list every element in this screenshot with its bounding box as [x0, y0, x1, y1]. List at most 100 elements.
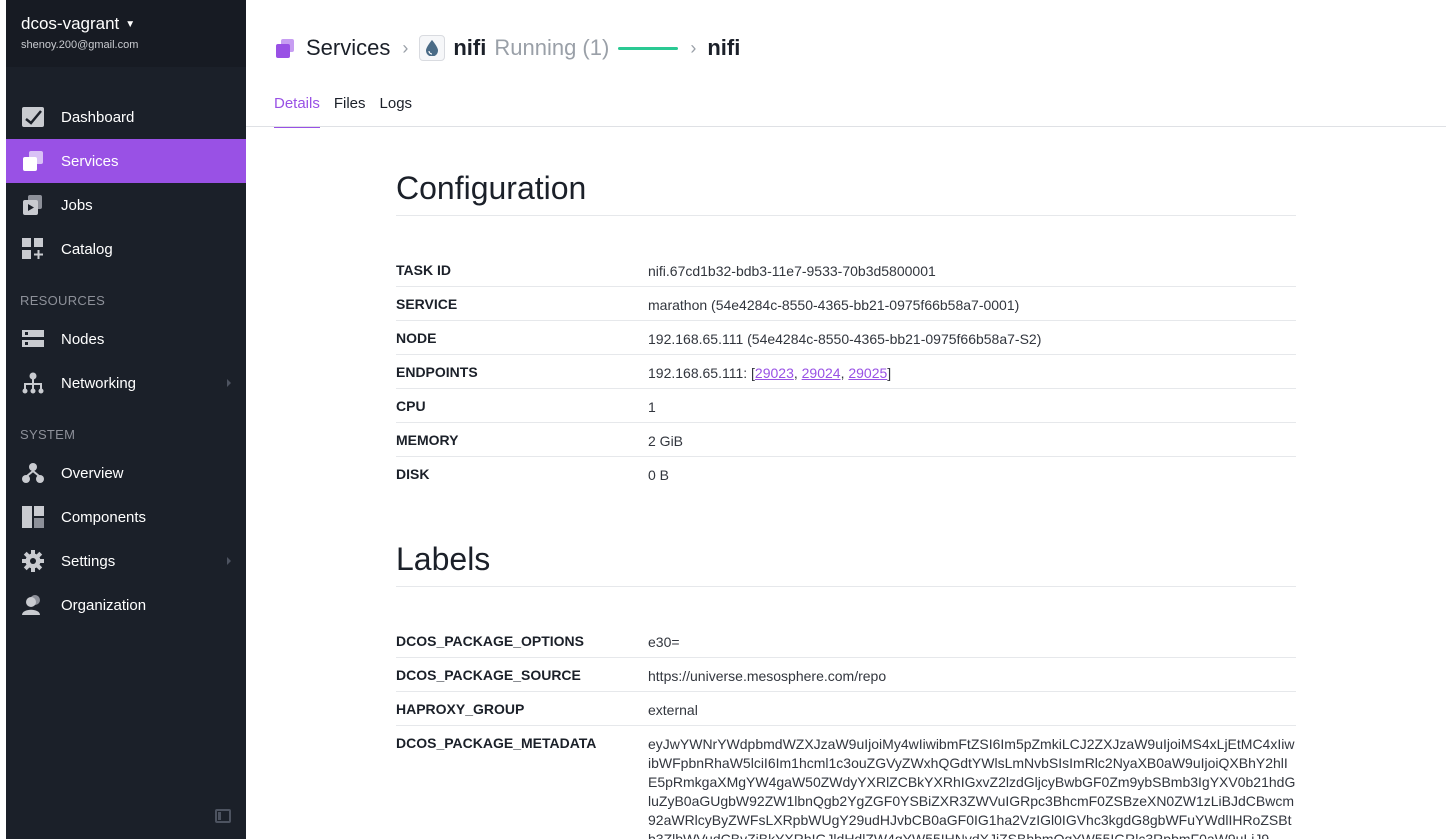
- endpoint-port-link[interactable]: 29023: [755, 365, 794, 381]
- status-health-bar: [618, 46, 679, 50]
- row-key: MEMORY: [396, 432, 459, 448]
- tab-files[interactable]: Files: [334, 95, 366, 128]
- tab-logs[interactable]: Logs: [380, 95, 413, 128]
- sidebar-item-dashboard[interactable]: Dashboard: [6, 95, 246, 139]
- cluster-name: dcos-vagrant: [21, 14, 120, 33]
- endpoint-port-link[interactable]: 29025: [848, 365, 887, 381]
- endpoint-port-link[interactable]: 29024: [802, 365, 841, 381]
- detail-tabs: Details Files Logs: [274, 95, 412, 128]
- cluster-name-row[interactable]: dcos-vagrant ▼: [21, 14, 231, 34]
- table-row: DISK 0 B: [396, 457, 1296, 491]
- disk-value: 0 B: [648, 467, 670, 483]
- row-key: ENDPOINTS: [396, 364, 478, 380]
- organization-icon: [21, 594, 44, 616]
- sidebar-item-services[interactable]: Services: [6, 139, 246, 183]
- sidebar-item-components[interactable]: Components: [6, 495, 246, 539]
- table-row: ENDPOINTS 192.168.65.111: [29023, 29024,…: [396, 355, 1296, 389]
- breadcrumb-services[interactable]: Services: [306, 35, 390, 61]
- catalog-icon: [21, 238, 44, 260]
- sidebar-item-label: Settings: [61, 552, 116, 570]
- caret-down-icon: ▼: [125, 18, 136, 30]
- table-row: CPU 1: [396, 389, 1296, 423]
- sidebar-item-nodes[interactable]: Nodes: [6, 317, 246, 361]
- system-heading: SYSTEM: [20, 427, 76, 442]
- dashboard-icon: [21, 106, 44, 128]
- row-key: DCOS_PACKAGE_SOURCE: [396, 667, 581, 683]
- row-key: SERVICE: [396, 296, 458, 312]
- configuration-table: TASK ID nifi.67cd1b32-bdb3-11e7-9533-70b…: [396, 253, 1296, 491]
- details-content: Configuration TASK ID nifi.67cd1b32-bdb3…: [396, 170, 1296, 839]
- sidebar-item-label: Jobs: [61, 196, 93, 214]
- components-icon: [21, 506, 44, 528]
- table-row: TASK ID nifi.67cd1b32-bdb3-11e7-9533-70b…: [396, 253, 1296, 287]
- table-row: MEMORY 2 GiB: [396, 423, 1296, 457]
- node-value: 192.168.65.111 (54e4284c-8550-4365-bb21-…: [648, 331, 1042, 347]
- sidebar-item-label: Nodes: [61, 330, 105, 348]
- networking-icon: [21, 372, 44, 394]
- row-key: NODE: [396, 330, 437, 346]
- table-row: HAPROXY_GROUP external: [396, 692, 1296, 726]
- sidebar-item-label: Networking: [61, 374, 137, 392]
- sidebar-item-label: Services: [61, 152, 119, 170]
- row-key: TASK ID: [396, 262, 451, 278]
- sidebar-collapse-icon[interactable]: [215, 809, 231, 823]
- chevron-right-icon: ›: [690, 37, 697, 58]
- table-row: DCOS_PACKAGE_SOURCE https://universe.mes…: [396, 658, 1296, 692]
- table-row: DCOS_PACKAGE_OPTIONS e30=: [396, 624, 1296, 658]
- main-content: Services › nifi Running (1) › nifi Detai…: [246, 0, 1446, 839]
- tabs-divider: [246, 126, 1446, 127]
- sidebar-item-jobs[interactable]: Jobs: [6, 183, 246, 227]
- sidebar-item-label: Catalog: [61, 240, 113, 258]
- breadcrumb-current-task: nifi: [707, 35, 741, 60]
- chevron-right-icon: ›: [402, 37, 409, 58]
- row-key: CPU: [396, 398, 426, 414]
- overview-icon: [21, 462, 44, 484]
- endpoints-value: 192.168.65.111: [29023, 29024, 29025]: [648, 364, 1296, 388]
- chevron-right-icon: [227, 379, 231, 387]
- cpu-value: 1: [648, 399, 656, 415]
- nifi-drop-icon: [419, 35, 446, 61]
- labels-heading: Labels: [396, 541, 1296, 587]
- breadcrumb-service-name[interactable]: nifi: [453, 35, 486, 61]
- package-metadata-value: eyJwYWNrYWdpbmdWZXJzaW9uIjoiMy4wIiwibmFt…: [648, 736, 1296, 839]
- table-row: DCOS_PACKAGE_METADATA eyJwYWNrYWdpbmdWZX…: [396, 726, 1296, 839]
- sidebar: dcos-vagrant ▼ shenoy.200@gmail.com Dash…: [6, 0, 246, 839]
- endpoint-separator: ,: [793, 365, 802, 381]
- user-email: shenoy.200@gmail.com: [21, 39, 139, 51]
- sidebar-nav: Dashboard Services Jobs Catalog RESOURCE…: [6, 95, 246, 627]
- sidebar-item-overview[interactable]: Overview: [6, 451, 246, 495]
- configuration-heading: Configuration: [396, 170, 1296, 216]
- sidebar-item-label: Overview: [61, 464, 124, 482]
- nodes-icon: [21, 328, 44, 350]
- table-row: SERVICE marathon (54e4284c-8550-4365-bb2…: [396, 287, 1296, 321]
- row-key: HAPROXY_GROUP: [396, 701, 525, 717]
- endpoints-host: 192.168.65.111: [: [648, 365, 755, 381]
- sidebar-item-networking[interactable]: Networking: [6, 361, 246, 405]
- package-source-value: https://universe.mesosphere.com/repo: [648, 668, 887, 684]
- endpoints-close: ]: [887, 365, 892, 381]
- package-options-value: e30=: [648, 634, 680, 650]
- service-status-text: Running (1): [494, 35, 610, 60]
- tab-details[interactable]: Details: [274, 95, 320, 128]
- cluster-header[interactable]: dcos-vagrant ▼ shenoy.200@gmail.com: [6, 0, 246, 67]
- breadcrumb: Services › nifi Running (1) › nifi: [274, 32, 740, 64]
- sidebar-item-label: Components: [61, 508, 147, 526]
- memory-value: 2 GiB: [648, 433, 684, 449]
- services-icon: [274, 37, 296, 59]
- sidebar-item-settings[interactable]: Settings: [6, 539, 246, 583]
- services-icon: [21, 150, 44, 172]
- task-id-value: nifi.67cd1b32-bdb3-11e7-9533-70b3d580000…: [648, 263, 936, 279]
- gear-icon: [21, 550, 44, 572]
- table-row: NODE 192.168.65.111 (54e4284c-8550-4365-…: [396, 321, 1296, 355]
- chevron-right-icon: [227, 557, 231, 565]
- sidebar-item-label: Dashboard: [61, 108, 135, 126]
- sidebar-item-organization[interactable]: Organization: [6, 583, 246, 627]
- row-key: DISK: [396, 466, 430, 482]
- jobs-icon: [21, 194, 44, 216]
- labels-table: DCOS_PACKAGE_OPTIONS e30= DCOS_PACKAGE_S…: [396, 624, 1296, 839]
- haproxy-group-value: external: [648, 702, 698, 718]
- resources-heading: RESOURCES: [20, 293, 106, 308]
- sidebar-item-catalog[interactable]: Catalog: [6, 227, 246, 271]
- row-key: DCOS_PACKAGE_METADATA: [396, 735, 597, 751]
- service-value: marathon (54e4284c-8550-4365-bb21-0975f6…: [648, 297, 1020, 313]
